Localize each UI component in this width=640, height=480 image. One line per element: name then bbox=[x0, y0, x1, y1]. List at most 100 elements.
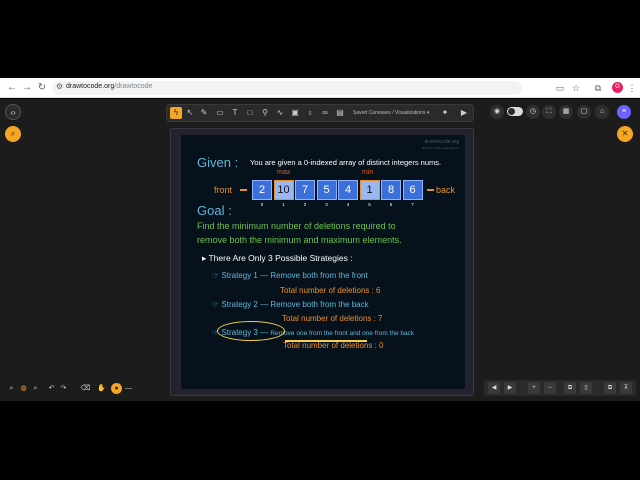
strategy-3-total: Total number of deletions : 0 bbox=[283, 341, 384, 350]
strategy-1-desc: Remove both from the front bbox=[270, 271, 368, 280]
text-tool-icon[interactable]: T bbox=[229, 107, 241, 119]
strategy-2-total: Total number of deletions : 7 bbox=[282, 314, 383, 323]
chat-icon[interactable]: ▢ bbox=[577, 105, 591, 119]
video-camera-icon[interactable]: ▶ bbox=[458, 107, 470, 119]
site-info-icon[interactable]: ⚙ bbox=[56, 82, 63, 91]
watermark-tagline: draw for more visualizations bbox=[421, 146, 459, 150]
min-marker: min bbox=[362, 169, 374, 176]
rectangle-icon[interactable]: □ bbox=[244, 107, 256, 119]
array-cell: 10 bbox=[273, 180, 294, 200]
goal-line-1: Find the minimum number of deletions req… bbox=[197, 221, 396, 231]
array-cell: 8 bbox=[381, 180, 401, 200]
hamburger-menu-icon[interactable]: ≡ bbox=[617, 105, 631, 119]
tools-settings-button[interactable]: ✕ bbox=[617, 126, 633, 142]
color-picker-icon[interactable]: ● bbox=[111, 383, 122, 394]
zoom-controls: ⌕ ◍ ⌕ ↶ ↷ ⌫ ✋ ● — bbox=[4, 382, 134, 396]
strategy-1-label: Strategy 1 bbox=[221, 271, 258, 280]
prev-page-icon[interactable]: ◀ bbox=[488, 382, 500, 394]
saved-canvases-select[interactable]: Saved Canvases / Visualizations ▾ bbox=[353, 108, 429, 119]
duplicate-icon[interactable]: ⧉ bbox=[604, 382, 616, 394]
strategy-1-total: Total number of deletions : 6 bbox=[280, 286, 381, 295]
given-text: You are given a 0-indexed array of disti… bbox=[250, 158, 442, 167]
clear-icon[interactable]: ⌫ bbox=[80, 383, 91, 394]
fullscreen-icon[interactable]: ⛶ bbox=[542, 105, 556, 119]
array-cell: 6 bbox=[402, 180, 423, 200]
back-label: back bbox=[436, 185, 456, 195]
strategy-1: ☞ Strategy 1 — Remove both from the fron… bbox=[212, 271, 368, 280]
page-controls: ◀ ▶ + − ⧉ ▯ ⧉ ⊼ bbox=[484, 380, 636, 396]
canvas-board[interactable]: drawtocode.org draw for more visualizati… bbox=[170, 128, 474, 396]
back-arrow-icon[interactable]: ← bbox=[6, 82, 18, 94]
undo-icon[interactable]: ↶ bbox=[46, 383, 57, 394]
extensions-icon[interactable]: ⧉ bbox=[592, 82, 604, 94]
array-cell: 2 bbox=[252, 180, 272, 200]
array-cell: 4 bbox=[338, 180, 358, 200]
bulb-icon[interactable]: ♁ bbox=[304, 107, 316, 119]
paste-page-icon[interactable]: ▯ bbox=[580, 382, 592, 394]
next-page-icon[interactable]: ▶ bbox=[504, 382, 516, 394]
image-icon[interactable]: ▣ bbox=[289, 107, 301, 119]
user-avatar-icon[interactable]: ◉ bbox=[490, 105, 504, 119]
top-right-controls: ◉ ◷ ⛶ ▦ ▢ ⌂ ≡ bbox=[488, 104, 636, 122]
add-page-icon[interactable]: + bbox=[528, 382, 540, 394]
home-icon[interactable]: ⌂ bbox=[595, 105, 609, 119]
timer-icon[interactable]: ◷ bbox=[526, 105, 540, 119]
drawtocode-app: ‹› ⌕ ϟ ↖ ✎ ▭ T □ ⚲ ∿ ▣ ♁ ∞ ▤ Saved Canva… bbox=[0, 99, 640, 401]
strategies-title: There Are Only 3 Possible Strategies : bbox=[208, 253, 353, 263]
zoom-reset-icon[interactable]: ◍ bbox=[18, 383, 29, 394]
pen-icon[interactable]: ✎ bbox=[198, 107, 210, 119]
array-cell: 7 bbox=[295, 180, 315, 200]
array-cell: 5 bbox=[316, 180, 337, 200]
url-path: /drawtocode bbox=[114, 83, 153, 90]
array-index: 6 bbox=[389, 202, 393, 207]
toggle-knob bbox=[508, 108, 515, 115]
array-index: 4 bbox=[346, 202, 350, 207]
pin-slide-icon[interactable]: ⊼ bbox=[620, 382, 632, 394]
strategy-2-label: Strategy 2 bbox=[221, 300, 258, 309]
reload-icon[interactable]: ↻ bbox=[36, 82, 48, 94]
strategy-2-desc: Remove both from the back bbox=[270, 300, 369, 309]
strategy-3-desc: Remove one from the front and one from t… bbox=[270, 330, 415, 337]
url-text: drawtocode.org/drawtocode bbox=[66, 83, 152, 90]
array-index: 7 bbox=[411, 202, 414, 207]
zoom-out-icon[interactable]: ⌕ bbox=[6, 383, 17, 394]
array-index: 1 bbox=[282, 202, 285, 207]
copy-page-icon[interactable]: ⧉ bbox=[564, 382, 576, 394]
goal-heading: Goal : bbox=[197, 203, 232, 218]
canvas-icon[interactable]: ▤ bbox=[334, 107, 346, 119]
array-index: 5 bbox=[368, 202, 371, 207]
code-toggle-button[interactable]: ‹› bbox=[5, 104, 21, 120]
front-arrow bbox=[240, 189, 247, 191]
search-button[interactable]: ⌕ bbox=[5, 126, 21, 142]
goal-text: Find the minimum number of deletions req… bbox=[197, 219, 457, 247]
explanation-slide: drawtocode.org draw for more visualizati… bbox=[181, 135, 465, 389]
array-cell: 1 bbox=[359, 180, 380, 200]
cast-icon[interactable]: ▭ bbox=[554, 82, 566, 94]
eraser-icon[interactable]: ▭ bbox=[214, 107, 226, 119]
select-cursor-icon[interactable]: ↖ bbox=[184, 107, 196, 119]
save-icon[interactable]: ▦ bbox=[559, 105, 573, 119]
array-index: 2 bbox=[303, 202, 307, 207]
profile-avatar[interactable]: G bbox=[612, 82, 623, 93]
ink-circle-annotation bbox=[217, 321, 285, 341]
watermark: drawtocode.org draw for more visualizati… bbox=[422, 139, 459, 151]
drawing-toolbar: ϟ ↖ ✎ ▭ T □ ⚲ ∿ ▣ ♁ ∞ ▤ Saved Canvases /… bbox=[166, 104, 474, 122]
line-chart-icon[interactable]: ∿ bbox=[274, 107, 286, 119]
array-index: 3 bbox=[325, 202, 328, 207]
hand-pan-icon[interactable]: ✋ bbox=[96, 383, 107, 394]
zoom-in-icon[interactable]: ⌕ bbox=[30, 383, 41, 394]
saved-canvases-label: Saved Canvases / Visualizations bbox=[353, 110, 426, 116]
forward-arrow-icon[interactable]: → bbox=[21, 82, 33, 94]
link-icon[interactable]: ∞ bbox=[319, 107, 331, 119]
lightning-tool-icon[interactable]: ϟ bbox=[170, 107, 182, 119]
goal-line-2: remove both the minimum and maximum elem… bbox=[197, 235, 402, 245]
browser-menu-icon[interactable]: ⋮ bbox=[626, 82, 638, 94]
bookmark-star-icon[interactable]: ☆ bbox=[570, 82, 582, 94]
stroke-width-icon[interactable]: — bbox=[123, 383, 134, 394]
address-bar[interactable]: ⚙ drawtocode.org/drawtocode bbox=[52, 81, 522, 95]
gamepad-icon[interactable]: ✦ bbox=[439, 107, 451, 119]
pin-icon[interactable]: ⚲ bbox=[259, 107, 271, 119]
remove-page-icon[interactable]: − bbox=[544, 382, 556, 394]
redo-icon[interactable]: ↷ bbox=[58, 383, 69, 394]
theme-toggle[interactable] bbox=[507, 107, 523, 116]
